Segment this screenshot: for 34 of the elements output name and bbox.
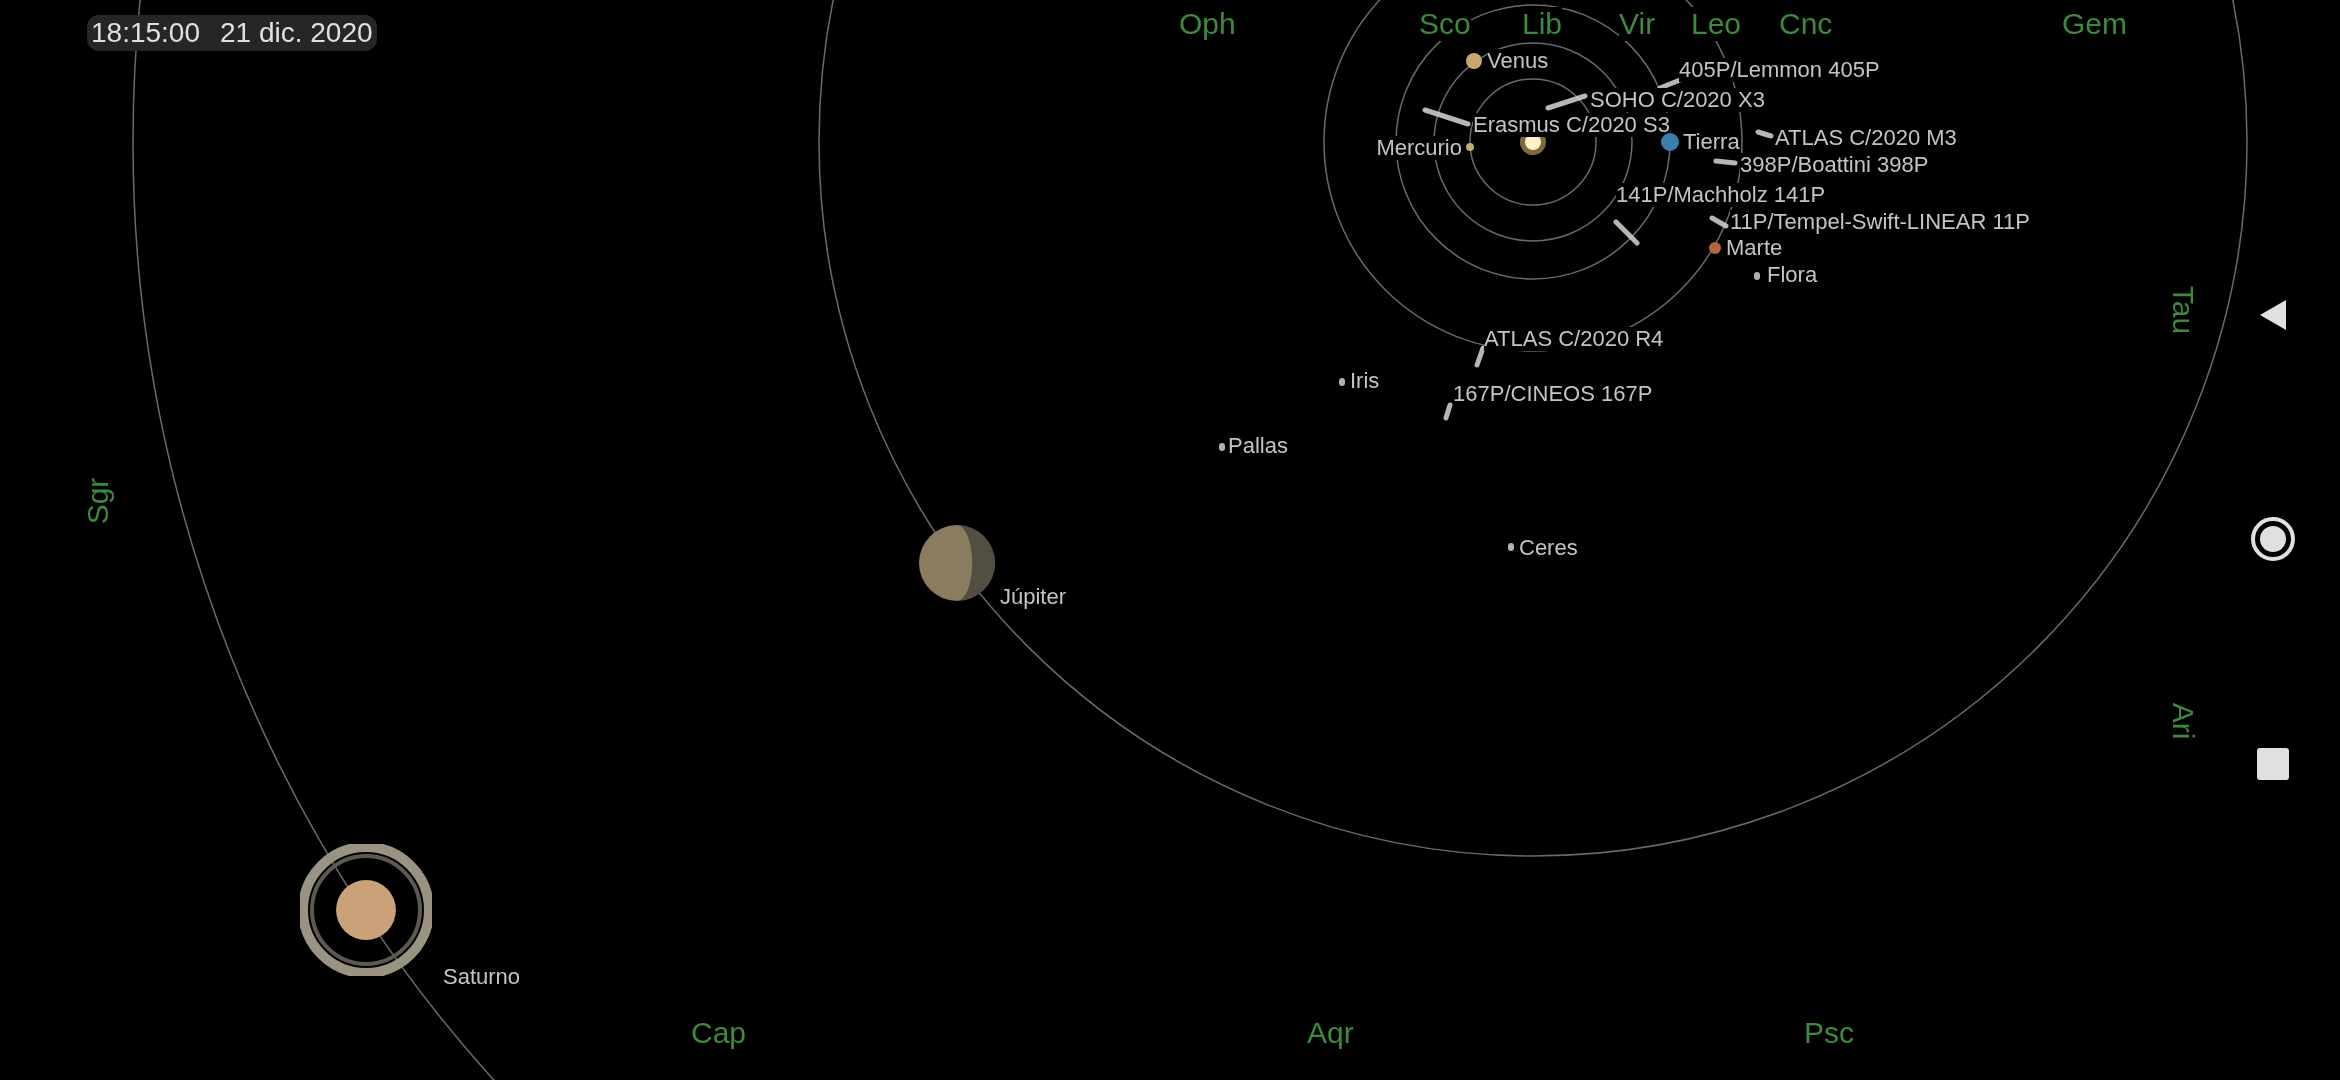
planet-icon xyxy=(1466,53,1482,69)
ringed-planet-icon xyxy=(300,844,432,976)
comet-icon xyxy=(1612,218,1641,247)
body-label: ATLAS C/2020 R4 xyxy=(1484,327,1664,351)
asteroid-icon xyxy=(1339,378,1345,386)
comet-icon xyxy=(1421,106,1472,128)
body-label: 11P/Tempel-Swift-LINEAR 11P xyxy=(1730,210,2030,234)
asteroid-icon xyxy=(1219,443,1225,451)
constellation-label: Leo xyxy=(1691,7,1742,41)
back-icon xyxy=(2258,298,2288,332)
body-label: 141P/Machholz 141P xyxy=(1616,183,1826,207)
comet-icon xyxy=(1544,92,1589,112)
body-label: 398P/Boattini 398P xyxy=(1740,153,1929,177)
comet-icon xyxy=(1712,157,1739,167)
body-label: Erasmus C/2020 S3 xyxy=(1473,113,1670,137)
recents-icon xyxy=(2257,748,2289,780)
body-label: SOHO C/2020 X3 xyxy=(1590,88,1765,112)
body-label: Júpiter xyxy=(1000,585,1067,609)
planet-icon xyxy=(1661,133,1679,151)
asteroid-icon xyxy=(1754,272,1760,280)
home-button[interactable] xyxy=(2251,517,2295,561)
body-label: Mercurio xyxy=(1376,136,1462,160)
home-icon xyxy=(2251,517,2295,561)
planet-icon xyxy=(1466,143,1474,151)
planet-icon xyxy=(1709,242,1721,254)
asteroid-icon xyxy=(1508,543,1514,551)
date-text: 21 dic. 2020 xyxy=(220,17,373,49)
comet-icon xyxy=(1442,401,1454,422)
comet-icon xyxy=(1473,344,1487,369)
time-text: 18:15:00 xyxy=(91,17,200,49)
comet-icon xyxy=(1754,128,1775,140)
body-label: 405P/Lemmon 405P xyxy=(1679,58,1880,82)
planet-icon xyxy=(919,525,995,601)
comet-icon xyxy=(1708,214,1730,230)
